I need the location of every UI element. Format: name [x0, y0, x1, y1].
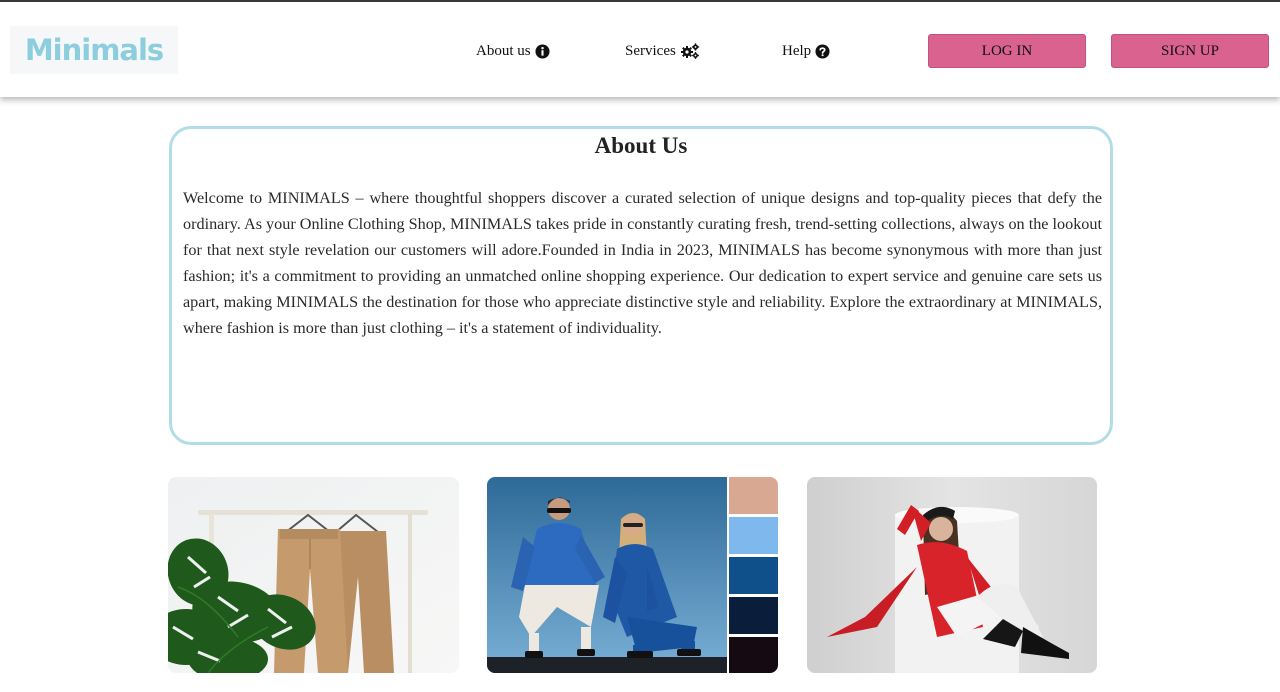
- palette-swatch: [729, 557, 778, 594]
- palette-swatch: [729, 597, 778, 634]
- color-palette-swatches: [729, 477, 778, 673]
- palette-swatch: [729, 477, 778, 514]
- palette-swatch: [729, 517, 778, 554]
- gallery-image-couple-blue[interactable]: [487, 477, 778, 673]
- question-circle-icon: [815, 43, 830, 59]
- nav-services[interactable]: Services: [625, 40, 700, 62]
- nav-about-us[interactable]: About us: [476, 40, 550, 62]
- palette-swatch: [729, 637, 778, 673]
- site-header: Minimals About us Services Help LOG IN S…: [0, 2, 1280, 97]
- nav-help[interactable]: Help: [782, 40, 830, 62]
- about-us-panel: About Us Welcome to MINIMALS – where tho…: [169, 126, 1113, 445]
- gallery-image-red-coat[interactable]: [807, 477, 1097, 673]
- about-us-title: About Us: [594, 133, 688, 158]
- about-us-text: Welcome to MINIMALS – where thoughtful s…: [183, 189, 1102, 337]
- nav-services-label: Services: [625, 42, 676, 59]
- brand-logo[interactable]: Minimals: [10, 26, 178, 74]
- info-circle-icon: [535, 43, 550, 59]
- gallery-image-trousers[interactable]: [168, 477, 459, 673]
- signup-button[interactable]: SIGN UP: [1111, 34, 1269, 68]
- login-button[interactable]: LOG IN: [928, 34, 1086, 68]
- gears-icon: [680, 43, 700, 59]
- nav-help-label: Help: [782, 42, 812, 59]
- nav-about-label: About us: [476, 42, 531, 59]
